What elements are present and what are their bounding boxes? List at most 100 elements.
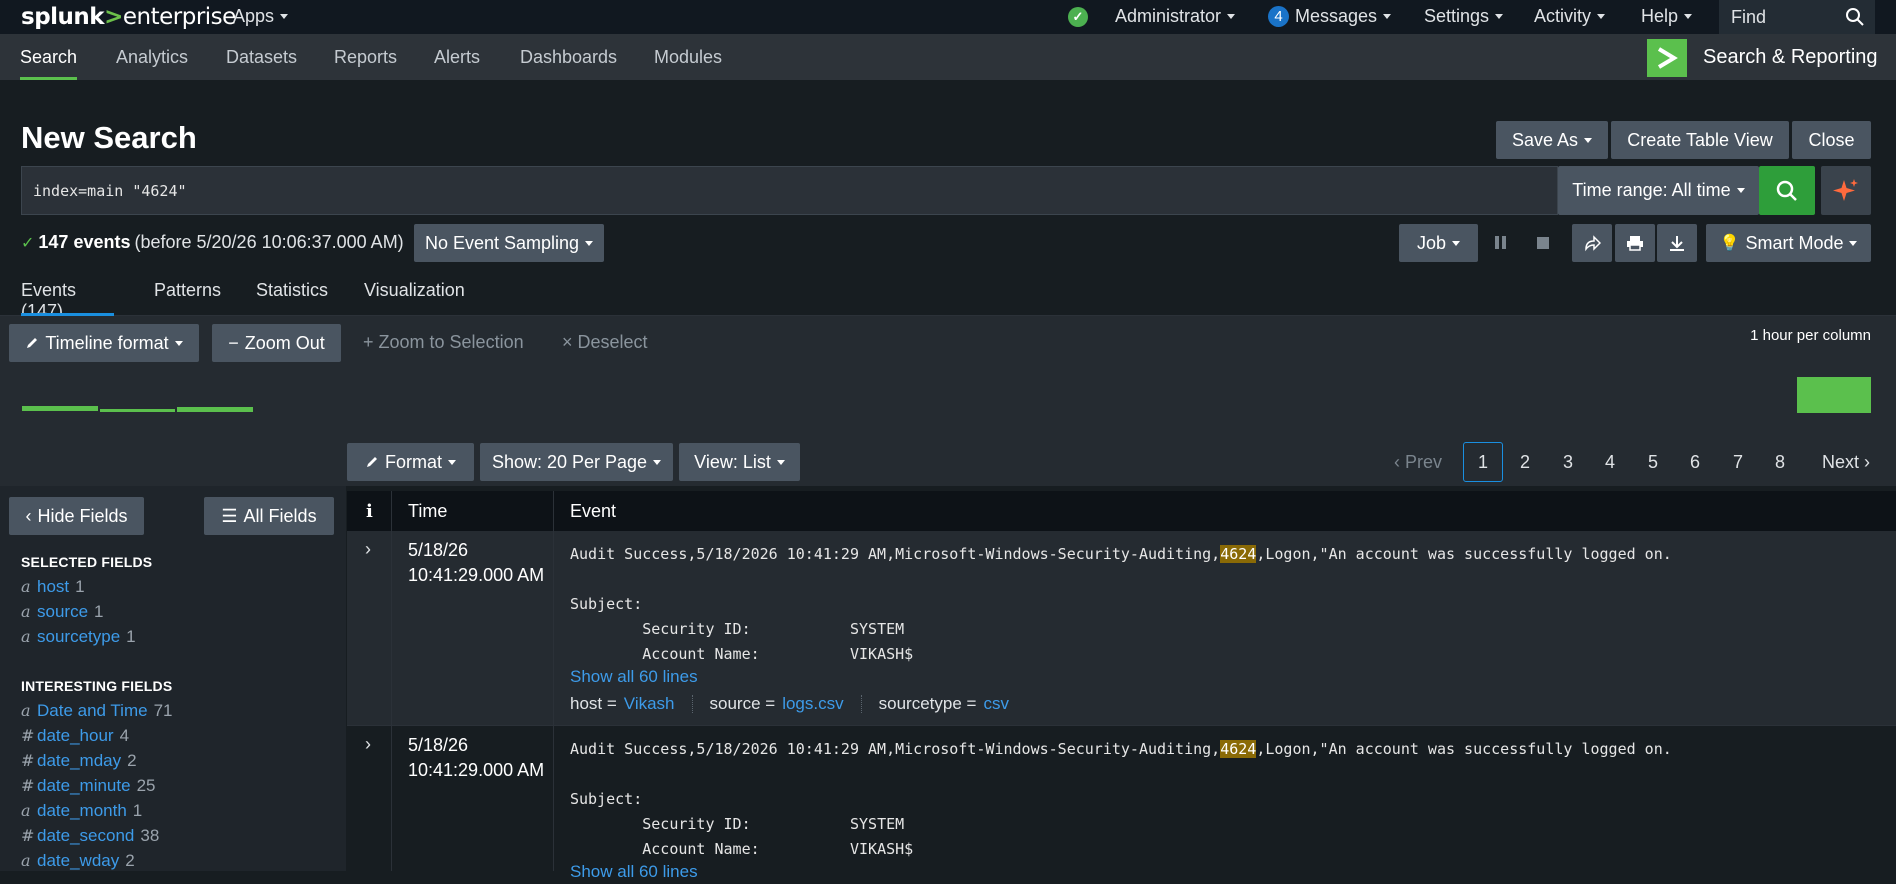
event-raw-line: Audit Success,5/18/2026 10:41:29 AM,Micr… [570,545,1672,563]
nav-tab-datasets[interactable]: Datasets [206,34,317,80]
nav-tab-search[interactable]: Search [0,34,97,80]
timeline-bar[interactable] [100,409,175,412]
page-5-button[interactable]: 5 [1633,442,1673,482]
chevron-down-icon [1584,137,1593,143]
time-column-header[interactable]: Time [408,501,447,522]
find-input[interactable]: Find [1719,0,1875,34]
event-subject: Subject: [570,595,643,613]
zoom-to-selection-button[interactable]: + Zoom to Selection [363,332,524,353]
lightbulb-icon: 💡 [1719,235,1740,252]
chevron-down-icon [280,14,289,19]
interesting-fields-header: INTERESTING FIELDS [21,678,173,694]
chevron-down-icon [174,340,183,346]
prev-page-button[interactable]: ‹ Prev [1390,442,1446,482]
tab-visualization[interactable]: Visualization [364,280,465,316]
field-date-wday[interactable]: a date_wday 2 [21,851,135,871]
user-menu[interactable]: Administrator [1115,6,1236,27]
page-8-button[interactable]: 8 [1760,442,1800,482]
timeline-bar[interactable] [177,407,253,412]
deselect-button[interactable]: × Deselect [562,332,648,353]
view-dropdown[interactable]: View: List [679,443,800,481]
divider [553,491,554,871]
nav-tab-dashboards[interactable]: Dashboards [500,34,637,80]
tab-events[interactable]: Events (147) [21,280,114,321]
create-table-view-button[interactable]: Create Table View [1611,121,1789,159]
export-button[interactable] [1657,224,1697,262]
expand-chevron-icon[interactable]: › [365,734,371,755]
app-logo-icon [1647,39,1687,77]
timeline-format-button[interactable]: Timeline format [9,324,199,362]
field-date-minute[interactable]: # date_minute 25 [21,776,156,796]
search-mode-dropdown[interactable]: 💡 Smart Mode [1706,224,1871,262]
chevron-left-icon: ‹ [1393,451,1400,472]
activity-menu[interactable]: Activity [1534,6,1606,27]
event-column-header[interactable]: Event [570,501,616,522]
field-date-second[interactable]: # date_second 38 [21,826,159,846]
expand-chevron-icon[interactable]: › [365,539,371,560]
nav-tab-reports[interactable]: Reports [314,34,417,80]
zoom-out-button[interactable]: − Zoom Out [212,324,341,362]
field-date-month[interactable]: a date_month 1 [21,801,142,821]
health-status-icon[interactable]: ✓ [1068,7,1088,27]
apps-menu[interactable]: Apps [233,6,289,27]
sourcetype-value-link[interactable]: csv [983,694,1009,714]
save-as-button[interactable]: Save As [1496,121,1608,159]
events-table: i Time Event › 5/18/26 10:41:29.000 AM Au… [347,491,1896,881]
field-date-hour[interactable]: # date_hour 4 [21,726,129,746]
field-date-mday[interactable]: # date_mday 2 [21,751,137,771]
help-menu[interactable]: Help [1641,6,1693,27]
host-value-link[interactable]: Vikash [624,694,675,714]
field-date-and-time[interactable]: a Date and Time 71 [21,701,172,721]
stop-icon[interactable] [1537,237,1549,249]
search-query-input[interactable]: index=main "4624" [21,166,1558,215]
page-7-button[interactable]: 7 [1718,442,1758,482]
field-source[interactable]: a source 1 [21,602,104,622]
ai-assist-button[interactable] [1821,166,1871,215]
show-all-lines-link[interactable]: Show all 60 lines [570,664,698,689]
time-range-picker[interactable]: Time range: All time [1558,166,1759,215]
chevron-down-icon [1597,14,1606,19]
tab-patterns[interactable]: Patterns [154,280,221,316]
event-metadata: host = Vikash source = logs.csv sourcetype… [570,694,1009,714]
share-button[interactable] [1572,224,1612,262]
app-nav-bar: Search Analytics Datasets Reports Alerts… [0,34,1896,80]
nav-tab-modules[interactable]: Modules [634,34,742,80]
nav-tab-analytics[interactable]: Analytics [96,34,208,80]
page-1-button[interactable]: 1 [1463,442,1503,482]
page-6-button[interactable]: 6 [1675,442,1715,482]
event-security-id: Security ID: SYSTEM [570,815,905,833]
timeline-bar[interactable] [1797,377,1871,413]
close-button[interactable]: Close [1792,121,1871,159]
per-page-dropdown[interactable]: Show: 20 Per Page [480,443,673,481]
format-button[interactable]: Format [347,443,474,481]
event-sampling-dropdown[interactable]: No Event Sampling [414,224,604,262]
show-all-lines-link[interactable]: Show all 60 lines [570,859,698,884]
nav-tab-alerts[interactable]: Alerts [414,34,500,80]
run-search-button[interactable] [1759,166,1815,215]
job-menu[interactable]: Job [1399,224,1478,262]
event-raw-line: Audit Success,5/18/2026 10:41:29 AM,Micr… [570,740,1672,758]
selected-fields-header: SELECTED FIELDS [21,554,153,570]
field-host[interactable]: a host 1 [21,577,85,597]
pause-icon[interactable] [1495,236,1507,250]
tab-statistics[interactable]: Statistics [256,280,328,316]
event-security-id: Security ID: SYSTEM [570,620,905,638]
search-term-highlight: 4624 [1220,740,1257,758]
splunk-logo[interactable]: splunk>enterprise [21,4,236,30]
print-icon [1627,236,1643,251]
field-sourcetype[interactable]: a sourcetype 1 [21,627,136,647]
hide-fields-button[interactable]: ‹ Hide Fields [9,497,144,535]
next-page-button[interactable]: Next › [1815,442,1877,482]
page-3-button[interactable]: 3 [1548,442,1588,482]
close-icon: × [562,332,573,352]
info-column-header: i [366,500,373,522]
all-fields-button[interactable]: ☰ All Fields [204,497,334,535]
messages-menu[interactable]: 4 Messages [1268,6,1392,27]
source-value-link[interactable]: logs.csv [782,694,843,714]
settings-menu[interactable]: Settings [1424,6,1504,27]
page-4-button[interactable]: 4 [1590,442,1630,482]
timeline-bar[interactable] [22,406,98,411]
chevron-down-icon [1495,14,1504,19]
print-button[interactable] [1615,224,1655,262]
page-2-button[interactable]: 2 [1505,442,1545,482]
